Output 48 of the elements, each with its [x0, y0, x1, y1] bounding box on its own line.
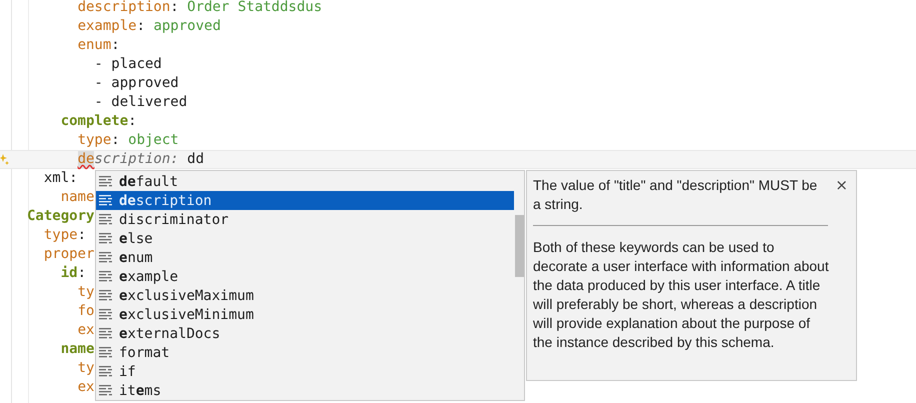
code-text: - placed — [94, 55, 162, 74]
yaml-key: name — [60, 188, 94, 207]
yaml-value: Order Statddsdus — [187, 0, 322, 17]
yaml-key: ty — [78, 359, 94, 378]
yaml-key: complete — [60, 112, 128, 131]
colon: : — [136, 17, 146, 36]
yaml-key: description — [78, 0, 170, 17]
code-text: xml: — [44, 169, 78, 188]
completion-item[interactable]: format — [96, 343, 514, 362]
yaml-key: fo — [78, 302, 94, 321]
yaml-value: object — [128, 131, 179, 150]
yaml-key: ty — [78, 283, 94, 302]
completion-item[interactable]: discriminator — [96, 210, 514, 229]
close-button[interactable]: × — [835, 176, 848, 194]
yaml-key: name — [60, 340, 94, 359]
yaml-key: example — [78, 17, 137, 36]
doc-summary: The value of "title" and "description" MUST be a string. — [533, 176, 818, 214]
yaml-key: id — [60, 264, 78, 283]
colon: : — [111, 131, 121, 150]
yaml-key: type — [78, 131, 112, 150]
completion-item[interactable]: externalDocs — [96, 324, 514, 343]
completion-item[interactable]: example — [96, 267, 514, 286]
code-text: dd — [187, 151, 204, 168]
completion-item[interactable]: exclusiveMaximum — [96, 286, 514, 305]
completion-item[interactable]: if — [96, 362, 514, 381]
yaml-key: ex — [78, 378, 94, 397]
completion-item[interactable]: default — [96, 172, 514, 191]
yaml-key: ex — [78, 321, 94, 340]
colon: : — [78, 264, 86, 283]
doc-description: Both of these keywords can be used to decorate a user interface with information about the data produced by this user interface. A title will preferably be short, whereas a description will provide explanation about the purpose of the instance described by this schema. — [533, 238, 830, 352]
completion-hint: scription: — [94, 151, 180, 168]
typed-text: de — [78, 151, 94, 168]
yaml-key: proper — [44, 245, 94, 264]
yaml-key: type — [44, 226, 78, 245]
completion-item[interactable]: items — [96, 381, 514, 400]
colon: : — [78, 226, 86, 245]
code-text: - delivered — [94, 93, 188, 112]
completion-item[interactable]: exclusiveMinimum — [96, 305, 514, 324]
completion-item[interactable]: description — [96, 191, 514, 210]
completion-item[interactable]: enum — [96, 248, 514, 267]
code-text: - approved — [94, 74, 179, 93]
colon: : — [128, 112, 137, 131]
yaml-value: approved — [153, 17, 221, 36]
yaml-key: Category — [27, 207, 94, 226]
completion-item[interactable]: else — [96, 229, 514, 248]
yaml-key: enum — [78, 36, 112, 55]
colon: : — [170, 0, 180, 17]
colon: : — [111, 36, 120, 55]
